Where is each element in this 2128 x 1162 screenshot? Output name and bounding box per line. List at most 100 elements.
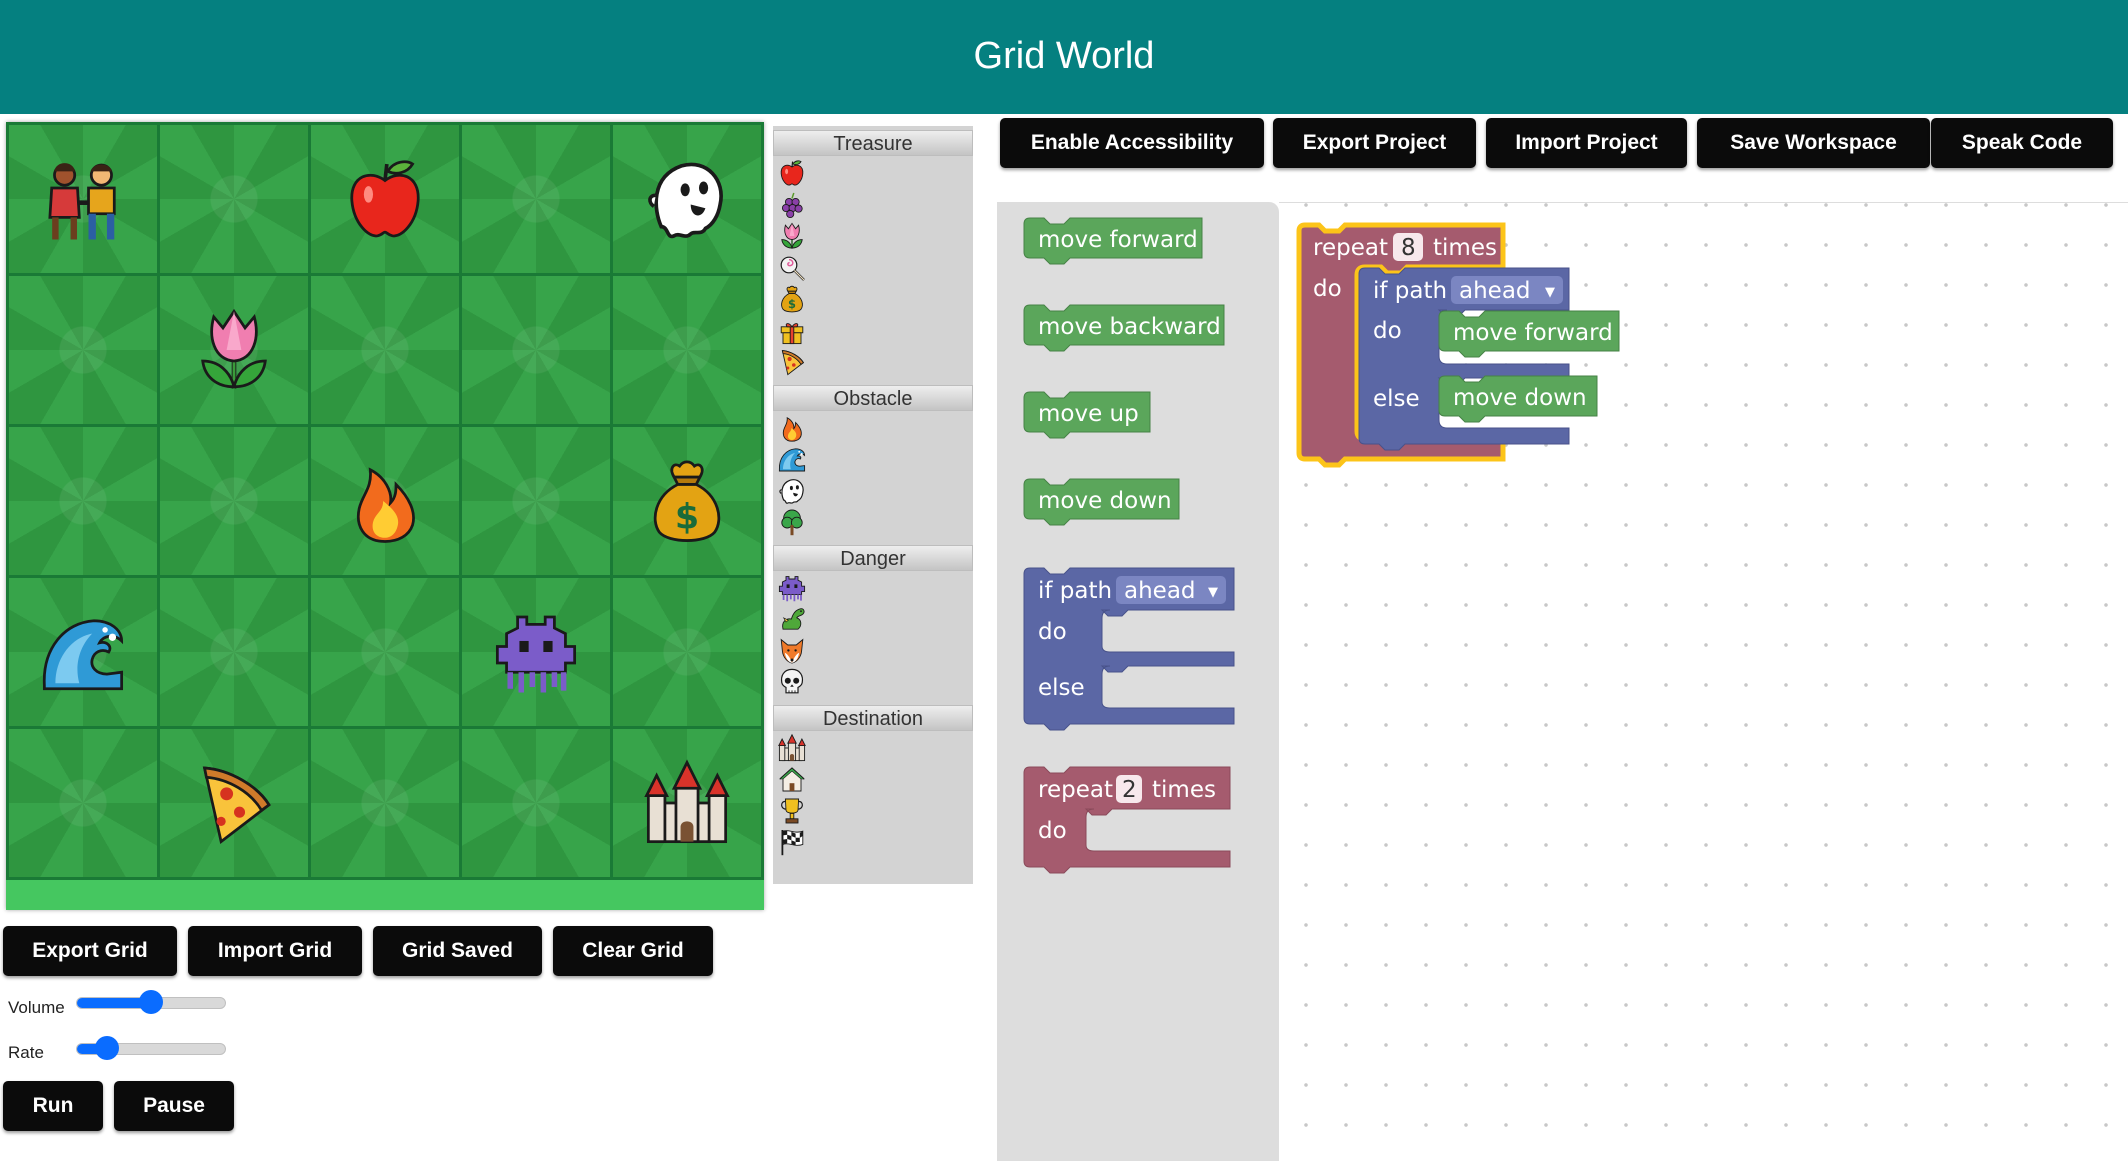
palette-item[interactable] <box>777 604 807 634</box>
import-grid-button[interactable]: Import Grid <box>188 926 362 976</box>
grid-cell[interactable] <box>613 427 761 575</box>
flyout-repeat-times-label: times <box>1152 777 1216 803</box>
flyout-move-down-block[interactable]: move down <box>1023 478 1180 526</box>
grid-cell[interactable] <box>9 427 157 575</box>
grid-cell[interactable] <box>311 427 459 575</box>
app-title: Grid World <box>973 34 1155 77</box>
grid-item <box>613 427 761 575</box>
grid-item <box>613 729 761 877</box>
run-button[interactable]: Run <box>3 1081 103 1131</box>
rate-label: Rate <box>8 1043 44 1062</box>
grid-cell[interactable] <box>9 276 157 424</box>
palette-item[interactable] <box>777 221 807 251</box>
workspace-repeat-times-label: times <box>1433 235 1497 261</box>
export-project-button[interactable]: Export Project <box>1273 118 1476 168</box>
grid-cell[interactable] <box>9 729 157 877</box>
grid-cell[interactable] <box>160 125 308 273</box>
enable-accessibility-button[interactable]: Enable Accessibility <box>1000 118 1264 168</box>
grid-cell[interactable] <box>160 427 308 575</box>
volume-slider-thumb[interactable] <box>139 990 163 1014</box>
grid-cell[interactable] <box>462 427 610 575</box>
clear-grid-button[interactable]: Clear Grid <box>553 926 713 976</box>
workspace-if-chevron-down-icon: ▼ <box>1545 285 1555 300</box>
palette-item[interactable] <box>777 253 807 283</box>
skull-icon <box>777 667 807 697</box>
castle-icon <box>641 757 733 849</box>
grid-cell[interactable] <box>613 276 761 424</box>
workspace-move-down-block[interactable]: move down <box>1438 375 1598 423</box>
emoji-palette: Treasure Obstacle Danger Destination <box>773 126 973 884</box>
workspace-if-path-block[interactable]: if path ahead ▼ do else <box>1358 267 1570 451</box>
rate-slider[interactable] <box>76 1036 226 1060</box>
workspace-if-path-label: if path <box>1373 278 1447 304</box>
grid-cell[interactable] <box>613 578 761 726</box>
fox-icon <box>777 636 807 666</box>
palette-item[interactable] <box>777 476 807 506</box>
flyout-move-forward-block[interactable]: move forward <box>1023 217 1203 265</box>
palette-item[interactable] <box>777 316 807 346</box>
grid-cell[interactable] <box>462 729 610 877</box>
volume-slider[interactable] <box>76 990 226 1014</box>
flyout-if-do-label: do <box>1038 619 1067 645</box>
rate-slider-thumb[interactable] <box>94 1036 119 1060</box>
grid-cell[interactable] <box>311 276 459 424</box>
flyout-move-up-block[interactable]: move up <box>1023 391 1151 439</box>
palette-item[interactable] <box>777 827 807 857</box>
speak-code-button[interactable]: Speak Code <box>1931 118 2113 168</box>
palette-item[interactable] <box>777 573 807 603</box>
pause-button[interactable]: Pause <box>114 1081 234 1131</box>
grid-cell[interactable] <box>160 276 308 424</box>
palette-item[interactable] <box>777 190 807 220</box>
grid-cell[interactable] <box>160 729 308 877</box>
blockly-workspace[interactable]: repeat 8 times do if path ahead ▼ do els… <box>1279 202 2128 1162</box>
palette-item[interactable] <box>777 284 807 314</box>
app-header: Grid World <box>0 0 2128 114</box>
palette-item[interactable] <box>777 444 807 474</box>
workspace-move-forward-block[interactable]: move forward <box>1438 310 1620 358</box>
palette-item[interactable] <box>777 796 807 826</box>
alien-monster-icon <box>777 573 807 603</box>
grid-cell[interactable] <box>462 276 610 424</box>
flyout-repeat-count: 2 <box>1122 777 1137 803</box>
flyout-move-up-label: move up <box>1038 401 1139 427</box>
export-grid-button[interactable]: Export Grid <box>3 926 177 976</box>
save-workspace-button[interactable]: Save Workspace <box>1697 118 1930 168</box>
grid-cell[interactable] <box>160 578 308 726</box>
palette-item[interactable] <box>777 413 807 443</box>
alien-monster-icon <box>490 606 582 698</box>
palette-category-treasure: Treasure <box>773 130 973 156</box>
grid-cell[interactable] <box>311 729 459 877</box>
grid-item <box>9 578 157 726</box>
flyout-move-forward-label: move forward <box>1038 227 1198 253</box>
flyout-repeat-block[interactable]: repeat 2 times do <box>1023 766 1231 874</box>
flyout-move-backward-block[interactable]: move backward <box>1023 304 1225 352</box>
palette-item[interactable] <box>777 347 807 377</box>
flyout-if-path-label: if path <box>1038 578 1112 604</box>
grid-cell[interactable] <box>462 578 610 726</box>
house-icon <box>777 764 807 794</box>
palette-item[interactable] <box>777 764 807 794</box>
grid-cell[interactable] <box>311 125 459 273</box>
palette-item[interactable] <box>777 507 807 537</box>
grid-cell[interactable] <box>613 729 761 877</box>
palette-item[interactable] <box>777 158 807 188</box>
money-bag-icon <box>641 455 733 547</box>
flyout-if-path-block[interactable]: if path ahead ▼ do else <box>1023 567 1235 731</box>
grid-saved-button[interactable]: Grid Saved <box>373 926 542 976</box>
flyout-move-backward-label: move backward <box>1038 314 1221 340</box>
grid-cell[interactable] <box>311 578 459 726</box>
palette-item[interactable] <box>777 636 807 666</box>
apple-icon <box>339 153 431 245</box>
grid-cell[interactable] <box>9 578 157 726</box>
palette-item[interactable] <box>777 733 807 763</box>
grid-cell[interactable] <box>462 125 610 273</box>
couple-icon <box>37 153 129 245</box>
castle-icon <box>777 733 807 763</box>
tulip-icon <box>777 221 807 251</box>
grid <box>6 122 764 880</box>
wave-icon <box>37 606 129 698</box>
grid-cell[interactable] <box>613 125 761 273</box>
import-project-button[interactable]: Import Project <box>1486 118 1687 168</box>
grid-cell[interactable] <box>9 125 157 273</box>
palette-item[interactable] <box>777 667 807 697</box>
